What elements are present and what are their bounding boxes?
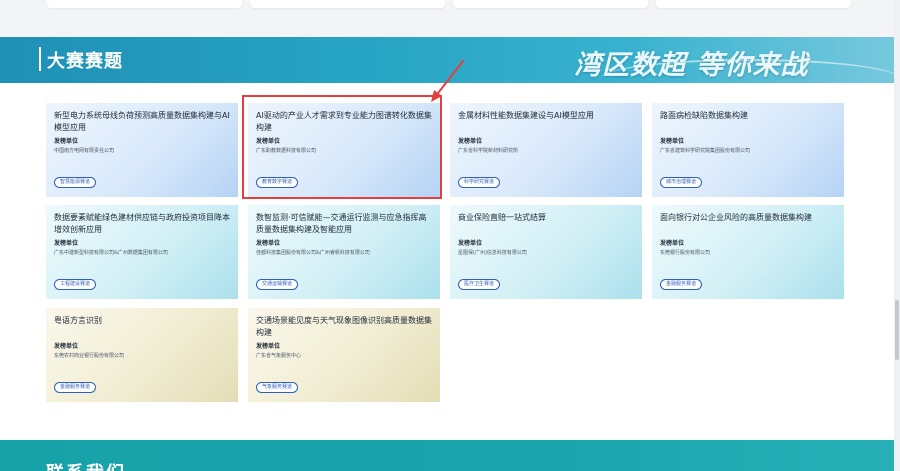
card-org-label: 发榜单位 (54, 138, 79, 145)
top-card-fragment (656, 0, 851, 8)
card-org-label: 发榜单位 (256, 343, 281, 350)
banner-accent-bar (39, 47, 41, 71)
card-org-label: 发榜单位 (458, 240, 483, 247)
banner-slogan: 湾区数超 等你来战 (574, 50, 809, 81)
card-track-tag[interactable]: 智慧能源赛道 (54, 177, 97, 188)
card-org: 佳都科技集团股份有限公司&广州睿帆科技有限公司 (256, 250, 370, 256)
challenge-grid: 新型电力系统母线负荷预测高质量数据集构建与AI模型应用 发榜单位 中国南方电网有… (0, 83, 900, 440)
card-title: 商业保险直赔一站式结算 (458, 213, 546, 222)
top-card-fragment (453, 0, 648, 8)
card-title: 面向银行对公企业风险的高质量数据集构建 (660, 213, 812, 222)
challenge-card[interactable]: 数智监测·可信赋能—交通运行监测与应急指挥高质量数据集构建及智能应用 发榜单位 … (248, 205, 440, 299)
challenge-card[interactable]: 金属材料性能数据集建设与AI模型应用 发榜单位 广东省科学院新材料研究所 科学研… (450, 103, 642, 197)
section-banner: 大赛赛题 湾区数超 等你来战 (0, 37, 900, 83)
card-title: AI驱动的产业人才需求到专业能力图谱转化数据集构建 (256, 111, 432, 132)
card-org-label: 发榜单位 (256, 240, 281, 247)
card-title: 路面病检缺陷数据集构建 (660, 111, 748, 120)
section-title: 大赛赛题 (47, 51, 123, 72)
card-track-tag[interactable]: 科学研究赛道 (458, 177, 501, 188)
card-title: 金属材料性能数据集建设与AI模型应用 (458, 111, 594, 120)
top-strip (0, 0, 900, 36)
card-track-tag[interactable]: 金融服务赛道 (54, 382, 97, 393)
card-org-label: 发榜单位 (54, 240, 79, 247)
challenge-card[interactable]: 数据要素赋能绿色建材供应链与政府投资项目降本增效创新应用 发榜单位 广东中建新型… (46, 205, 238, 299)
card-track-tag[interactable]: 气象服务赛道 (256, 382, 299, 393)
challenge-card[interactable]: 路面病检缺陷数据集构建 发榜单位 广东省建筑科学研究院集团股份有限公司 城市治理… (652, 103, 844, 197)
card-title: 粤语方言识别 (54, 316, 102, 325)
card-org: 广东省气象服务中心 (256, 353, 302, 359)
card-track-tag[interactable]: 金融服务赛道 (660, 279, 703, 290)
challenge-card[interactable]: 面向银行对公企业风险的高质量数据集构建 发榜单位 东莞银行股份有限公司 金融服务… (652, 205, 844, 299)
card-track-tag[interactable]: 工程建设赛道 (54, 279, 97, 290)
card-title: 数智监测·可信赋能—交通运行监测与应急指挥高质量数据集构建及智能应用 (256, 213, 427, 234)
top-card-fragment (47, 0, 242, 8)
challenge-card[interactable]: 新型电力系统母线负荷预测高质量数据集构建与AI模型应用 发榜单位 中国南方电网有… (46, 103, 238, 197)
card-org: 东莞银行股份有限公司 (660, 250, 711, 256)
card-org: 广东省建筑科学研究院集团股份有限公司 (660, 148, 751, 154)
challenge-card[interactable]: 交通场景能见度与天气现象图像识别高质量数据集构建 发榜单位 广东省气象服务中心 … (248, 308, 440, 402)
challenge-card[interactable]: 商业保险直赔一站式结算 发榜单位 星图保(广州)信息科技有限公司 医疗卫生赛道 (450, 205, 642, 299)
card-track-tag[interactable]: 医疗卫生赛道 (458, 279, 501, 290)
card-track-tag[interactable]: 交通运输赛道 (256, 279, 299, 290)
challenge-card[interactable]: AI驱动的产业人才需求到专业能力图谱转化数据集构建 发榜单位 广东职教数据科技有… (248, 103, 440, 197)
card-org-label: 发榜单位 (660, 138, 685, 145)
scrollbar-thumb[interactable] (895, 300, 899, 360)
card-title: 交通场景能见度与天气现象图像识别高质量数据集构建 (256, 316, 432, 337)
top-card-fragment (250, 0, 445, 8)
card-org: 中国南方电网有限责任公司 (54, 148, 115, 154)
card-title: 新型电力系统母线负荷预测高质量数据集构建与AI模型应用 (54, 111, 230, 132)
card-org: 广东省科学院新材料研究所 (458, 148, 519, 154)
card-org-label: 发榜单位 (54, 343, 79, 350)
card-org: 星图保(广州)信息科技有限公司 (458, 250, 527, 256)
card-org-label: 发榜单位 (256, 138, 281, 145)
card-track-tag[interactable]: 教育数字赛道 (256, 177, 299, 188)
card-org: 广东职教数据科技有限公司 (256, 148, 317, 154)
card-org-label: 发榜单位 (458, 138, 483, 145)
contact-title: 联系我们 (46, 459, 126, 471)
challenge-card[interactable]: 粤语方言识别 发榜单位 东莞农村商业银行股份有限公司 金融服务赛道 (46, 308, 238, 402)
contact-section: 联系我们 (0, 440, 900, 471)
card-title: 数据要素赋能绿色建材供应链与政府投资项目降本增效创新应用 (54, 213, 230, 234)
page-scrollbar[interactable] (894, 0, 900, 471)
card-track-tag[interactable]: 城市治理赛道 (660, 177, 703, 188)
card-org: 广东中建新型科技有限公司&广州数据集团有限公司 (54, 250, 168, 256)
card-org: 东莞农村商业银行股份有限公司 (54, 353, 125, 359)
card-org-label: 发榜单位 (660, 240, 685, 247)
